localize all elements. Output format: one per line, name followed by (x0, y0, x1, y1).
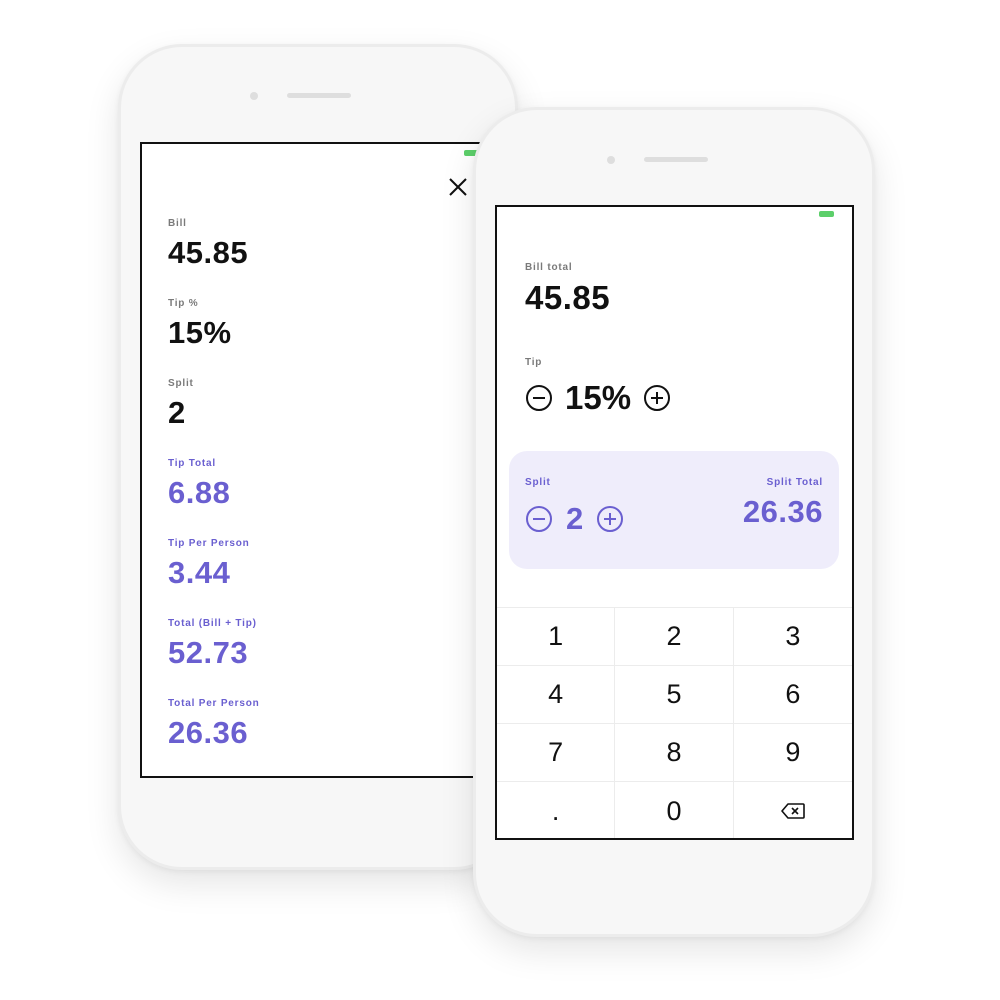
total-value: 52.73 (168, 635, 249, 670)
key-2[interactable]: 2 (615, 608, 734, 666)
tip-value: 15% (565, 379, 632, 416)
tip-label: Tip (525, 357, 543, 368)
key-backspace[interactable] (734, 782, 852, 838)
key-9[interactable]: 9 (733, 724, 852, 782)
tip-total-field: Tip Total 6.88 (168, 458, 230, 508)
tip-percent-value: 15% (168, 315, 232, 350)
split-value: 2 (168, 395, 186, 430)
key-decimal[interactable]: . (497, 782, 616, 838)
tip-percent-label: Tip % (168, 298, 199, 309)
phone-calculator: Bill total 45.85 Tip 15% Split 2 Split T… (473, 107, 875, 937)
split-field: Split 2 (168, 378, 194, 428)
split-label-wrap: Split (525, 477, 551, 488)
bill-total-value[interactable]: 45.85 (525, 281, 610, 314)
split-label: Split (168, 378, 194, 389)
camera (250, 92, 258, 100)
bill-label: Bill (168, 218, 187, 229)
key-1[interactable]: 1 (497, 608, 616, 666)
split-increase-icon[interactable] (596, 505, 624, 533)
key-3[interactable]: 3 (733, 608, 852, 666)
tip-total-value: 6.88 (168, 475, 231, 510)
bill-field: Bill 45.85 (168, 218, 248, 268)
tip-decrease-icon[interactable] (525, 384, 553, 412)
tip-field-label-wrap: Tip (525, 357, 542, 368)
tip-per-person-label: Tip Per Person (168, 538, 250, 549)
bill-value: 45.85 (168, 235, 249, 270)
keypad: 1 2 3 4 5 6 7 8 9 . 0 (497, 607, 852, 838)
split-value: 2 (566, 501, 584, 536)
backspace-icon (781, 803, 805, 819)
total-label: Total (Bill + Tip) (168, 618, 257, 629)
total-per-person-label: Total Per Person (168, 698, 260, 709)
split-decrease-icon[interactable] (525, 505, 553, 533)
split-total-label: Split Total (766, 477, 823, 488)
tip-per-person-value: 3.44 (168, 555, 231, 590)
key-8[interactable]: 8 (615, 724, 734, 782)
key-5[interactable]: 5 (615, 666, 734, 724)
speaker (644, 157, 708, 162)
tip-percent-field: Tip % 15% (168, 298, 232, 348)
split-card: Split 2 Split Total 26.36 (509, 451, 839, 569)
calculator-screen: Bill total 45.85 Tip 15% Split 2 Split T… (495, 205, 854, 840)
total-per-person-field: Total Per Person 26.36 (168, 698, 260, 748)
results-screen: Bill 45.85 Tip % 15% Split 2 Tip Total 6… (140, 142, 520, 778)
total-per-person-value: 26.36 (168, 715, 249, 750)
key-6[interactable]: 6 (733, 666, 852, 724)
phone-results: Bill 45.85 Tip % 15% Split 2 Tip Total 6… (118, 44, 520, 870)
bill-total-label: Bill total (525, 262, 573, 273)
close-icon[interactable] (445, 174, 471, 200)
total-field: Total (Bill + Tip) 52.73 (168, 618, 257, 668)
key-4[interactable]: 4 (497, 666, 616, 724)
tip-per-person-field: Tip Per Person 3.44 (168, 538, 250, 588)
battery-icon (819, 211, 834, 217)
split-label: Split (525, 477, 551, 488)
bill-total-field[interactable]: Bill total 45.85 (525, 262, 610, 314)
tip-total-label: Tip Total (168, 458, 216, 469)
camera (607, 156, 615, 164)
speaker (287, 93, 351, 98)
key-0[interactable]: 0 (615, 782, 734, 838)
split-total-value: 26.36 (742, 494, 823, 529)
split-total: Split Total 26.36 (743, 477, 823, 527)
key-7[interactable]: 7 (497, 724, 616, 782)
split-stepper: 2 (525, 503, 624, 534)
tip-increase-icon[interactable] (643, 384, 671, 412)
tip-stepper: 15% (525, 381, 671, 414)
